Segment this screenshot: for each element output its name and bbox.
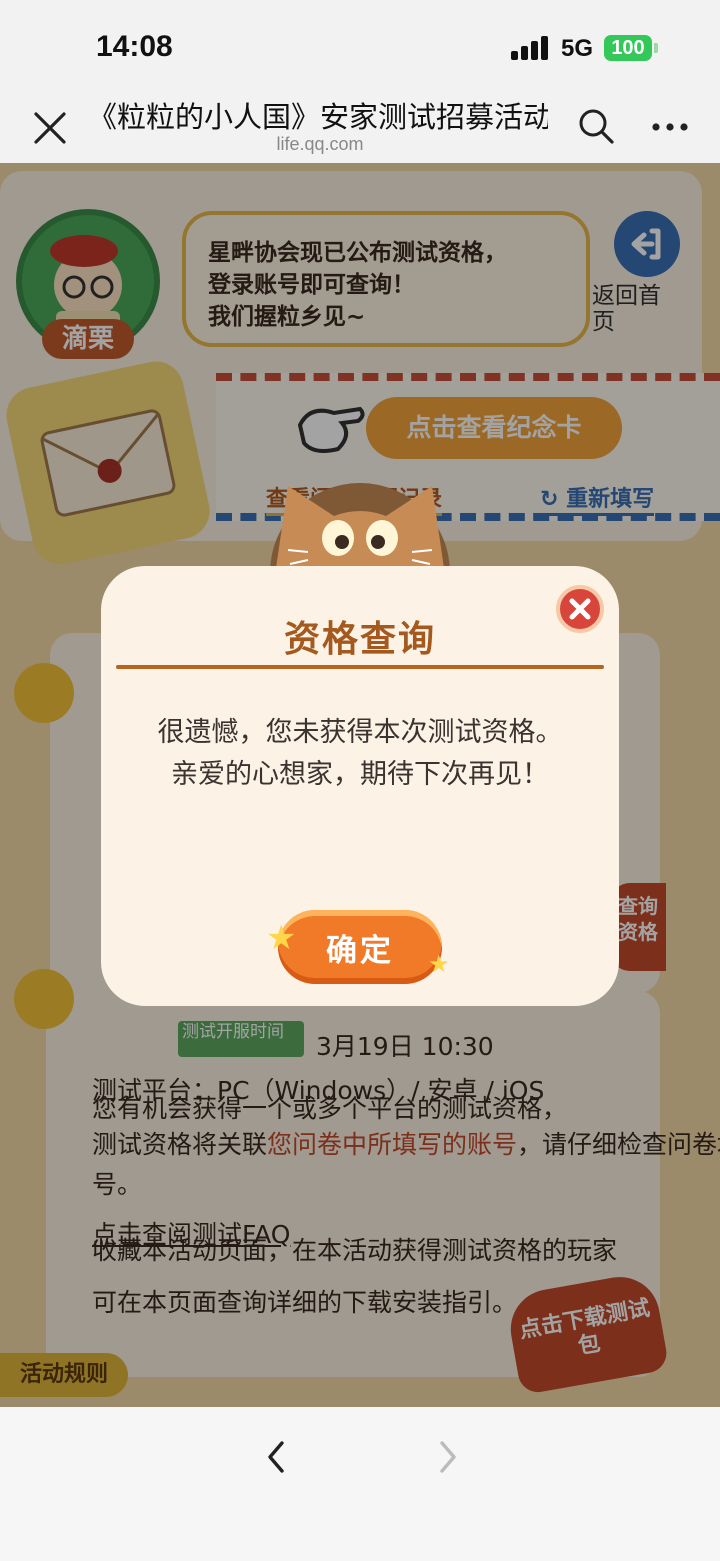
page-domain: life.qq.com <box>276 134 364 154</box>
browser-toolbar <box>0 1407 720 1561</box>
modal-divider <box>116 665 604 669</box>
battery-icon: 100 <box>604 35 652 61</box>
browser-nav-bar: 《粒粒的小人国》安家测试招募活动 life.qq.com <box>0 90 720 163</box>
modal-message-line-2: 亲爱的心想家，期待下次再见！ <box>171 759 549 790</box>
modal-message: 很遗憾，您未获得本次测试资格。 亲爱的心想家，期待下次再见！ <box>101 712 619 796</box>
page-title: 《粒粒的小人国》安家测试招募活动 <box>88 100 548 134</box>
forward-arrow-icon[interactable] <box>432 1437 462 1477</box>
confirm-button[interactable]: 确定 <box>278 910 442 984</box>
star-icon: ★ <box>266 918 297 958</box>
modal-message-line-1: 很遗憾，您未获得本次测试资格。 <box>157 717 563 748</box>
search-icon[interactable] <box>576 106 616 146</box>
more-icon[interactable] <box>650 112 690 142</box>
modal-title: 资格查询 <box>283 619 436 660</box>
status-bar: 14:08 5G 100 <box>0 0 720 90</box>
battery-tip <box>654 43 658 53</box>
back-arrow-icon[interactable] <box>262 1437 292 1477</box>
network-type: 5G <box>561 35 594 62</box>
signal-icon <box>511 36 551 60</box>
star-icon: ★ <box>428 950 450 978</box>
status-time: 14:08 <box>96 30 173 63</box>
